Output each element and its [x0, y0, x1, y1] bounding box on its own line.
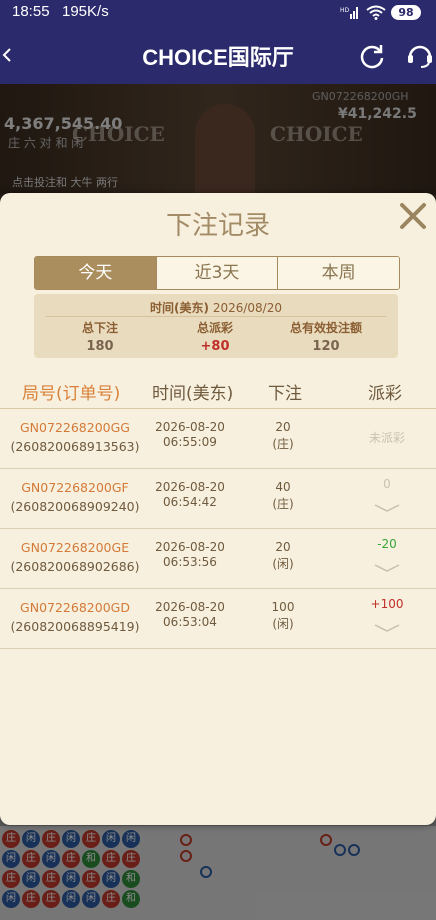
order-id: (260820068895419)	[10, 619, 140, 634]
bet-amount: 20	[275, 540, 291, 554]
summary-date-row: 时间(美东) 2026/08/20	[34, 299, 398, 316]
table-header: 局号(订单号) 时间(美东) 下注 派彩	[0, 379, 436, 407]
modal-title: 下注记录	[165, 211, 270, 241]
signal-hd-label: HD	[340, 7, 350, 14]
column-time: 时间(美东)	[152, 384, 234, 404]
chevron-down-icon[interactable]	[373, 561, 401, 575]
payout-value: -20	[377, 537, 397, 551]
bet-amount: 100	[271, 600, 295, 614]
order-id: (260820068902686)	[10, 559, 140, 574]
bet-time: 06:54:42	[163, 495, 217, 509]
date-range-tabs: 今天 近3天 本周	[34, 256, 400, 290]
summary-divider	[46, 316, 386, 317]
round-id: GN072268200GF	[21, 480, 129, 495]
status-bar: 18:55 195K/s HD 98	[0, 0, 436, 26]
order-id: (260820068913563)	[10, 439, 140, 454]
network-speed: 195K/s	[62, 3, 109, 20]
summary-date-label: 时间(美东)	[150, 301, 209, 315]
bet-time: 06:55:09	[163, 435, 217, 449]
bet-side: (庄)	[272, 497, 294, 511]
column-round: 局号(订单号)	[22, 384, 121, 404]
column-payout: 派彩	[368, 384, 402, 404]
bet-time: 06:53:56	[163, 555, 217, 569]
summary-panel: 时间(美东) 2026/08/20 总下注 180 总派彩 +80 总有效投注额…	[34, 294, 398, 358]
bet-side: (庄)	[272, 437, 294, 451]
bet-date: 2026-08-20	[155, 480, 225, 494]
wifi-icon	[366, 5, 386, 20]
order-id: (260820068909240)	[10, 499, 140, 514]
table-row[interactable]: GN072268200GG (260820068913563) 2026-08-…	[0, 409, 436, 469]
valid-bet-value: 120	[312, 339, 340, 354]
bet-amount: 20	[275, 420, 291, 434]
summary-date-value: 2026/08/20	[212, 301, 282, 315]
payout-value: 未派彩	[368, 431, 405, 445]
round-id: GN072268200GD	[20, 600, 130, 615]
close-icon[interactable]	[396, 199, 430, 233]
total-payout: 总派彩 +80	[155, 319, 275, 354]
payout-value: 0	[383, 477, 391, 491]
tab-today[interactable]: 今天	[35, 257, 157, 289]
payout-value: +100	[370, 597, 404, 611]
chevron-down-icon[interactable]	[373, 621, 401, 635]
bet-time: 06:53:04	[163, 615, 217, 629]
column-bet: 下注	[268, 384, 302, 404]
bet-date: 2026-08-20	[155, 600, 225, 614]
signal-icon: HD	[340, 7, 358, 19]
total-payout-label: 总派彩	[196, 321, 233, 335]
app-header: CHOICE国际厅	[0, 26, 436, 84]
refresh-icon[interactable]	[358, 42, 386, 70]
table-row[interactable]: GN072268200GF (260820068909240) 2026-08-…	[0, 469, 436, 529]
tab-last-3-days[interactable]: 近3天	[156, 257, 279, 289]
bet-record-modal: 下注记录 今天 近3天 本周 时间(美东) 2026/08/20 总下注 180…	[0, 193, 436, 825]
bet-side: (闲)	[272, 617, 294, 631]
tab-this-week[interactable]: 本周	[278, 257, 399, 289]
bet-side: (闲)	[272, 557, 294, 571]
valid-bet-label: 总有效投注额	[289, 321, 362, 335]
battery-icon: 98	[391, 5, 421, 20]
table-row[interactable]: GN072268200GE (260820068902686) 2026-08-…	[0, 529, 436, 589]
chevron-down-icon[interactable]	[373, 501, 401, 515]
bet-date: 2026-08-20	[155, 420, 225, 434]
headset-icon[interactable]	[405, 40, 435, 70]
valid-bet: 总有效投注额 120	[266, 319, 386, 354]
total-payout-value: +80	[200, 339, 230, 354]
round-id: GN072268200GG	[20, 420, 130, 435]
round-id: GN072268200GE	[20, 540, 130, 555]
total-bet-label: 总下注	[81, 321, 118, 335]
total-bet-value: 180	[86, 339, 114, 354]
status-time: 18:55	[12, 3, 50, 20]
bet-date: 2026-08-20	[155, 540, 225, 554]
total-bet: 总下注 180	[40, 319, 160, 354]
bet-amount: 40	[275, 480, 291, 494]
table-row[interactable]: GN072268200GD (260820068895419) 2026-08-…	[0, 589, 436, 649]
